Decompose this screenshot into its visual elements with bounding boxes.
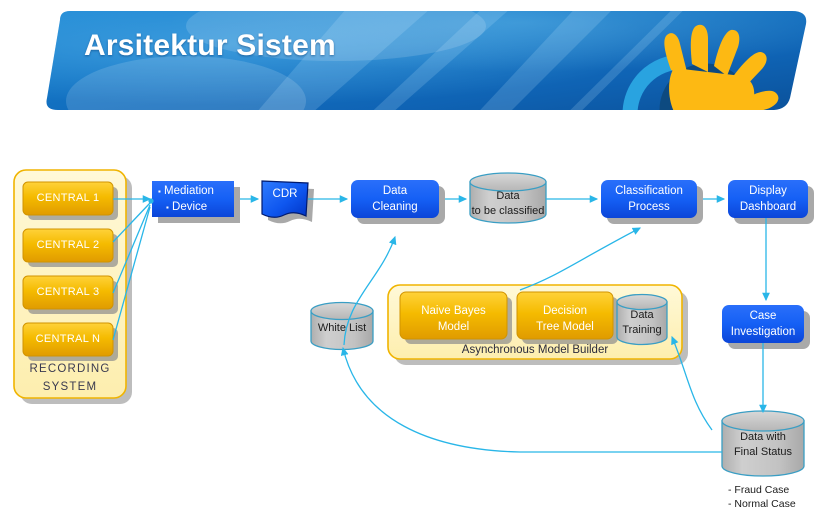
arrow-model-classification — [519, 227, 642, 291]
central-2[interactable] — [22, 228, 118, 267]
data-final-status-cylinder — [721, 410, 805, 477]
arrow-final-datatraining — [671, 335, 713, 431]
architecture-diagram — [13, 169, 814, 477]
case-investigation-box[interactable] — [722, 305, 810, 349]
classification-process-box[interactable] — [601, 180, 703, 224]
white-list-cylinder — [310, 301, 374, 351]
central-1[interactable] — [22, 181, 118, 220]
data-to-be-classified-cylinder — [469, 172, 547, 224]
decision-tree-model-box[interactable] — [516, 291, 618, 344]
cdr-document[interactable] — [261, 180, 314, 224]
naive-bayes-model-box[interactable] — [399, 291, 512, 344]
central-n[interactable] — [22, 322, 118, 361]
data-cleaning-box[interactable] — [351, 180, 445, 224]
mediation-device-box[interactable] — [152, 181, 240, 223]
display-dashboard-box[interactable] — [728, 180, 814, 224]
data-training-cylinder — [616, 293, 668, 346]
central-3[interactable] — [22, 275, 118, 314]
